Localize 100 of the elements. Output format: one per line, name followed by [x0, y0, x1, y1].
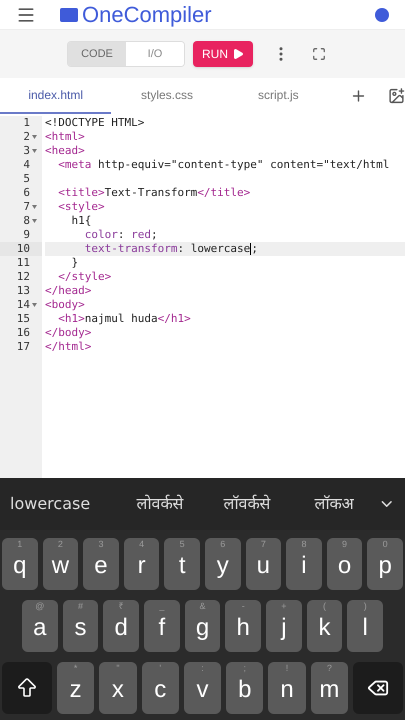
key-hint: ₹ — [118, 602, 125, 611]
keyboard-key[interactable]: 1 q — [2, 538, 38, 590]
keyboard-key[interactable]: # s — [62, 600, 98, 652]
run-button[interactable]: RUN — [193, 41, 253, 67]
fold-icon[interactable] — [32, 135, 37, 139]
shift-icon — [15, 676, 39, 700]
backspace-key[interactable] — [352, 662, 403, 714]
keyboard-key[interactable]: ? m — [310, 662, 348, 714]
keyboard-key[interactable]: ! n — [268, 662, 306, 714]
line-number: 14 — [16, 298, 30, 312]
key-hint: ) — [362, 602, 368, 611]
code-line: <html> — [45, 130, 86, 144]
keyboard-key[interactable]: 6 y — [204, 538, 241, 590]
line-number: 6 — [23, 186, 30, 200]
code-line: </style> — [57, 270, 112, 284]
line-number: 1 — [23, 116, 30, 130]
key-hint: 1 — [16, 540, 24, 549]
code-line: h1{ — [70, 214, 92, 228]
play-icon — [232, 48, 244, 60]
code-line: } — [70, 256, 80, 270]
suggestion[interactable]: lowercase — [10, 492, 116, 516]
key-hint: # — [77, 602, 84, 611]
keyboard-key[interactable]: ; b — [226, 662, 264, 714]
key-hint: 9 — [341, 540, 348, 549]
key-hint: 4 — [138, 540, 146, 549]
key-hint: ( — [322, 602, 328, 611]
theme-icon[interactable] — [375, 8, 389, 22]
line-number: 8 — [23, 214, 30, 228]
line-number: 11 — [16, 256, 30, 270]
line-number: 15 — [16, 312, 30, 326]
keyboard-key[interactable]: - h — [225, 600, 262, 652]
app-title: OneCompiler — [82, 2, 212, 28]
key-hint: : — [200, 664, 205, 673]
fold-icon[interactable] — [32, 149, 37, 153]
keyboard-key[interactable]: 3 e — [83, 538, 119, 590]
file-tab[interactable]: styles.css — [111, 78, 223, 114]
fold-icon[interactable] — [32, 219, 37, 223]
line-number: 3 — [23, 144, 30, 158]
key-hint: 8 — [300, 540, 308, 549]
keyboard-key[interactable]: ) l — [347, 600, 384, 652]
key-hint: 0 — [382, 540, 389, 549]
mode-tab[interactable]: CODE — [68, 42, 126, 66]
key-hint: 6 — [219, 540, 226, 549]
key-hint: + — [280, 602, 288, 611]
key-hint: * — [72, 664, 78, 673]
fold-icon[interactable] — [32, 205, 37, 209]
text-cursor — [250, 242, 252, 255]
keyboard-key[interactable]: : v — [184, 662, 222, 714]
keyboard-key[interactable]: " x — [99, 662, 137, 714]
key-hint: _ — [158, 602, 166, 611]
key-hint: ? — [326, 664, 333, 673]
file-tab[interactable]: script.js — [222, 78, 334, 114]
code-line: </html> — [45, 340, 92, 354]
keyboard-key[interactable]: + j — [266, 600, 302, 652]
code-line: <body> — [45, 298, 86, 312]
code-line: <meta http-equiv="content-type" content="text/html — [57, 158, 390, 172]
suggestion[interactable]: लोवर्कसे — [116, 492, 204, 516]
code-line: <head> — [45, 144, 86, 158]
keyboard-key[interactable]: 8 i — [286, 538, 322, 590]
suggestion[interactable]: लॉवर्कसे — [203, 492, 291, 516]
code-line: <!DOCTYPE HTML> — [45, 116, 146, 130]
keyboard-key[interactable]: & g — [184, 600, 220, 652]
keyboard-key[interactable]: 5 t — [164, 538, 200, 590]
shift-key[interactable] — [2, 662, 52, 714]
keyboard-key[interactable]: 7 u — [246, 538, 282, 590]
keyboard-key[interactable]: 4 r — [124, 538, 160, 590]
key-hint: - — [240, 602, 246, 611]
code-line: <title>Text-Transform</title> — [57, 186, 252, 200]
add-image-icon[interactable] — [388, 87, 405, 105]
key-hint: & — [198, 602, 207, 611]
line-number: 13 — [16, 284, 30, 298]
code-editor[interactable] — [0, 114, 405, 478]
fullscreen-icon[interactable] — [312, 47, 326, 61]
line-number: 5 — [23, 172, 30, 186]
keyboard-key[interactable]: @ a — [22, 600, 58, 652]
line-number: 17 — [16, 340, 30, 354]
line-number: 9 — [23, 228, 30, 242]
keyboard-key[interactable]: 0 p — [367, 538, 403, 590]
keyboard-key[interactable]: 9 o — [326, 538, 362, 590]
code-line: color: red; — [84, 228, 159, 242]
suggestion[interactable]: लॉकअ — [290, 492, 378, 516]
logo-icon — [60, 8, 78, 22]
line-number: 2 — [23, 130, 30, 144]
code-line: <h1>najmul huda</h1> — [57, 312, 192, 326]
keyboard-key[interactable]: ' c — [142, 662, 179, 714]
keyboard-key[interactable]: ( k — [306, 600, 342, 652]
code-line: </head> — [45, 284, 92, 298]
line-number: 4 — [23, 158, 30, 172]
key-hint: 2 — [56, 540, 64, 549]
keyboard-key[interactable]: * z — [57, 662, 94, 714]
mode-tab[interactable]: I/O — [126, 42, 184, 66]
key-hint: ' — [158, 664, 162, 673]
key-hint: ; — [242, 664, 248, 673]
code-line: <style> — [57, 200, 106, 214]
line-number: 16 — [16, 326, 30, 340]
keyboard-key[interactable]: ₹ d — [103, 600, 140, 652]
fold-icon[interactable] — [32, 303, 37, 307]
keyboard-key[interactable]: _ f — [144, 600, 180, 652]
keyboard-key[interactable]: 2 w — [42, 538, 78, 590]
key-hint: 5 — [178, 540, 186, 549]
